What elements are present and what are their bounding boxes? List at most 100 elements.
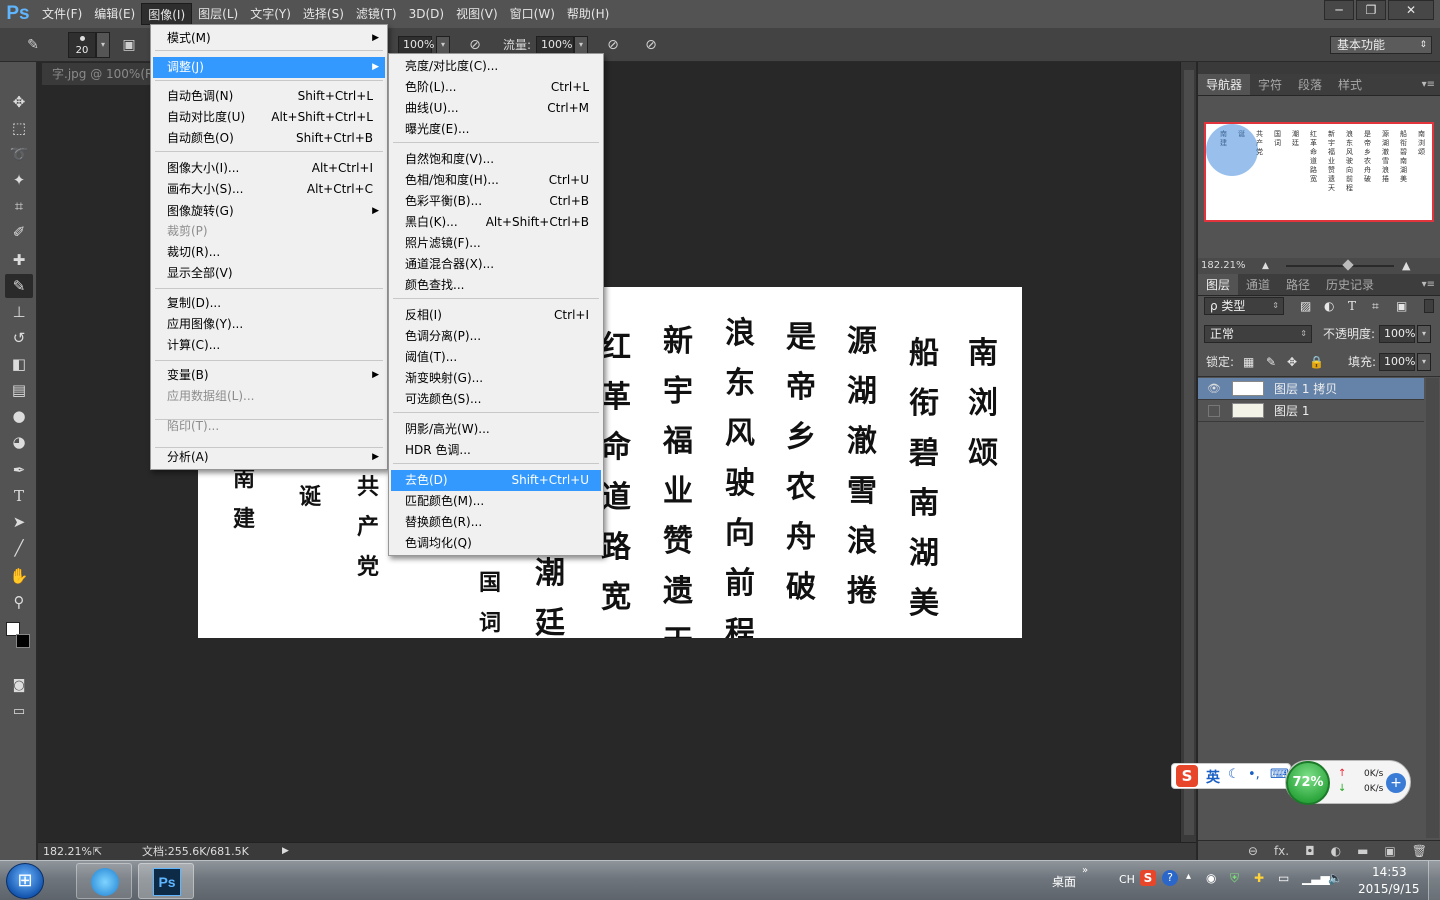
adjust_menu-item[interactable]: 阴影/高光(W)... xyxy=(391,419,601,440)
line-tool-icon[interactable]: ╱ xyxy=(5,536,33,560)
navigator-view-box[interactable] xyxy=(1206,124,1258,176)
tab-character[interactable]: 字符 xyxy=(1250,74,1290,95)
security-shield-icon[interactable]: ⛨ xyxy=(1230,871,1239,886)
zoom-slider-thumb[interactable] xyxy=(1342,259,1354,271)
layer-fill-field[interactable]: 100% xyxy=(1379,353,1415,371)
adjust_menu-item[interactable]: 通道混合器(X)... xyxy=(391,254,601,275)
layer-row-base[interactable]: 图层 1 xyxy=(1198,400,1424,422)
adjust_menu-item[interactable]: 色调均化(Q) xyxy=(391,533,601,554)
security-app-icon[interactable]: ✚ xyxy=(1254,871,1264,885)
adjust_menu-item[interactable]: 曲线(U)... Ctrl+M xyxy=(391,98,601,119)
layers-scrollbar[interactable] xyxy=(1426,378,1439,838)
adjust_menu-item[interactable]: 照片滤镜(F)... xyxy=(391,233,601,254)
pen-tool-icon[interactable]: ✒ xyxy=(5,458,33,482)
visibility-toggle-empty[interactable] xyxy=(1208,405,1220,417)
new-group-icon[interactable]: ▬ xyxy=(1357,844,1368,858)
type-tool-icon[interactable]: T xyxy=(5,484,33,508)
filter-shape-icon[interactable]: ⌗ xyxy=(1372,297,1379,315)
menu-window[interactable]: 窗口(W) xyxy=(504,3,561,25)
show-desktop-button[interactable] xyxy=(1428,861,1440,900)
desktop-toolbar-label[interactable]: 桌面 xyxy=(1052,873,1076,890)
menu-image[interactable]: 图像(I) xyxy=(141,3,193,25)
menu-view[interactable]: 视图(V) xyxy=(450,3,504,25)
airbrush-icon[interactable]: ⊘ xyxy=(602,36,624,54)
screen-mode-icon[interactable]: ▭ xyxy=(5,700,33,724)
wifi-tray-icon[interactable]: ◉ xyxy=(1206,871,1216,885)
status-menu-arrow-icon[interactable]: ▶ xyxy=(282,843,289,860)
zoom-tool-icon[interactable]: ⚲ xyxy=(5,590,33,614)
blend-mode-select[interactable]: 正常 ⇕ xyxy=(1204,325,1312,343)
menu-3d[interactable]: 3D(D) xyxy=(403,3,450,25)
magic-wand-tool-icon[interactable]: ✦ xyxy=(5,168,33,192)
image_menu-item[interactable]: 复制(D)... xyxy=(153,293,385,314)
menu-file[interactable]: 文件(F) xyxy=(36,3,88,25)
marquee-tool-icon[interactable]: ⬚ xyxy=(5,116,33,140)
image_menu-item[interactable]: 裁切(R)... xyxy=(153,242,385,263)
path-select-tool-icon[interactable]: ➤ xyxy=(5,510,33,534)
pressure-opacity-icon[interactable]: ⊘ xyxy=(464,36,486,54)
clock-date[interactable]: 2015/9/15 xyxy=(1358,882,1420,896)
brush-tool-icon[interactable]: ✎ xyxy=(5,274,33,298)
hand-tool-icon[interactable]: ✋ xyxy=(5,564,33,588)
add-mask-icon[interactable]: ◘ xyxy=(1305,844,1315,858)
brush-panel-toggle-icon[interactable]: ▣ xyxy=(118,36,140,54)
flow-dropdown[interactable]: ▾ xyxy=(574,36,588,54)
image_menu-item[interactable]: 计算(C)... xyxy=(153,335,385,356)
visibility-eye-icon[interactable]: 👁 xyxy=(1206,381,1222,397)
plus-icon[interactable]: + xyxy=(1386,773,1406,793)
vertical-scrollbar[interactable] xyxy=(1180,62,1196,842)
trash-icon[interactable]: 🗑 xyxy=(1412,844,1427,858)
eraser-tool-icon[interactable]: ◧ xyxy=(5,352,33,376)
dodge-tool-icon[interactable]: ◕ xyxy=(5,430,33,454)
adjust_menu-item[interactable]: 匹配颜色(M)... xyxy=(391,491,601,512)
language-indicator[interactable]: CH xyxy=(1119,873,1135,886)
filter-adjustment-icon[interactable]: ◐ xyxy=(1324,297,1334,315)
restore-button[interactable]: ❐ xyxy=(1356,0,1386,20)
adjust_menu-item[interactable]: 曝光度(E)... xyxy=(391,119,601,140)
tab-history[interactable]: 历史记录 xyxy=(1318,274,1382,295)
menu-layer[interactable]: 图层(L) xyxy=(192,3,244,25)
image_menu-item[interactable]: 分析(A) ▶ xyxy=(153,447,385,468)
layer-filter-select[interactable]: ρ 类型 ⇕ xyxy=(1204,297,1284,315)
share-icon[interactable]: ⇱ xyxy=(93,843,102,860)
lock-all-icon[interactable]: 🔒 xyxy=(1309,353,1324,371)
image_menu-item[interactable]: 模式(M) ▶ xyxy=(153,28,385,49)
workspace-select[interactable]: 基本功能 ⇕ xyxy=(1330,36,1432,54)
adjust_menu-item[interactable]: 反相(I) Ctrl+I xyxy=(391,305,601,326)
network-speed-widget[interactable]: 72% ↑ ↓ 0K/s 0K/s + xyxy=(1285,760,1411,805)
scrollbar-thumb[interactable] xyxy=(1184,70,1194,835)
ime-language[interactable]: 英 xyxy=(1206,767,1220,787)
filter-type-icon[interactable]: T xyxy=(1348,297,1356,315)
filter-pixel-icon[interactable]: ▨ xyxy=(1300,297,1311,315)
adjust_menu-item[interactable]: 亮度/对比度(C)... xyxy=(391,56,601,77)
toolbar-expand-icon[interactable]: » xyxy=(1082,865,1088,876)
volume-icon[interactable]: 🔈 xyxy=(1328,871,1343,885)
tab-paths[interactable]: 路径 xyxy=(1278,274,1318,295)
layer-name[interactable]: 图层 1 xyxy=(1274,400,1309,422)
clone-stamp-tool-icon[interactable]: ⊥ xyxy=(5,300,33,324)
lock-position-icon[interactable]: ✥ xyxy=(1287,353,1297,371)
flow-field[interactable]: 100% xyxy=(536,36,574,54)
tab-layers[interactable]: 图层 xyxy=(1198,274,1239,295)
crop-tool-icon[interactable]: ⌗ xyxy=(5,194,33,218)
layer-style-icon[interactable]: fx. xyxy=(1274,844,1289,858)
lasso-tool-icon[interactable]: ➰ xyxy=(5,142,33,166)
opacity-field[interactable]: 100% xyxy=(398,36,434,54)
adjust_menu-item[interactable]: 渐变映射(G)... xyxy=(391,368,601,389)
adjust_menu-item[interactable]: 可选颜色(S)... xyxy=(391,389,601,410)
punctuation-icon[interactable]: •, xyxy=(1248,767,1260,782)
image_menu-item[interactable]: 图像大小(I)... Alt+Ctrl+I xyxy=(153,158,385,179)
adjust_menu-item[interactable]: HDR 色调... xyxy=(391,440,601,461)
help-icon[interactable]: ? xyxy=(1162,870,1178,886)
tab-navigator[interactable]: 导航器 xyxy=(1198,74,1251,95)
menu-filter[interactable]: 滤镜(T) xyxy=(350,3,403,25)
layer-opacity-field[interactable]: 100% xyxy=(1379,325,1415,343)
zoom-out-icon[interactable]: ▲ xyxy=(1262,258,1269,274)
brush-size-picker[interactable]: 20 xyxy=(68,32,96,58)
adjust_menu-item[interactable]: 黑白(K)... Alt+Shift+Ctrl+B xyxy=(391,212,601,233)
background-color-swatch[interactable] xyxy=(16,634,30,648)
layer-name[interactable]: 图层 1 拷贝 xyxy=(1274,378,1337,400)
menu-edit[interactable]: 编辑(E) xyxy=(88,3,141,25)
tab-paragraph[interactable]: 段落 xyxy=(1290,74,1330,95)
image_menu-item[interactable]: 画布大小(S)... Alt+Ctrl+C xyxy=(153,179,385,200)
